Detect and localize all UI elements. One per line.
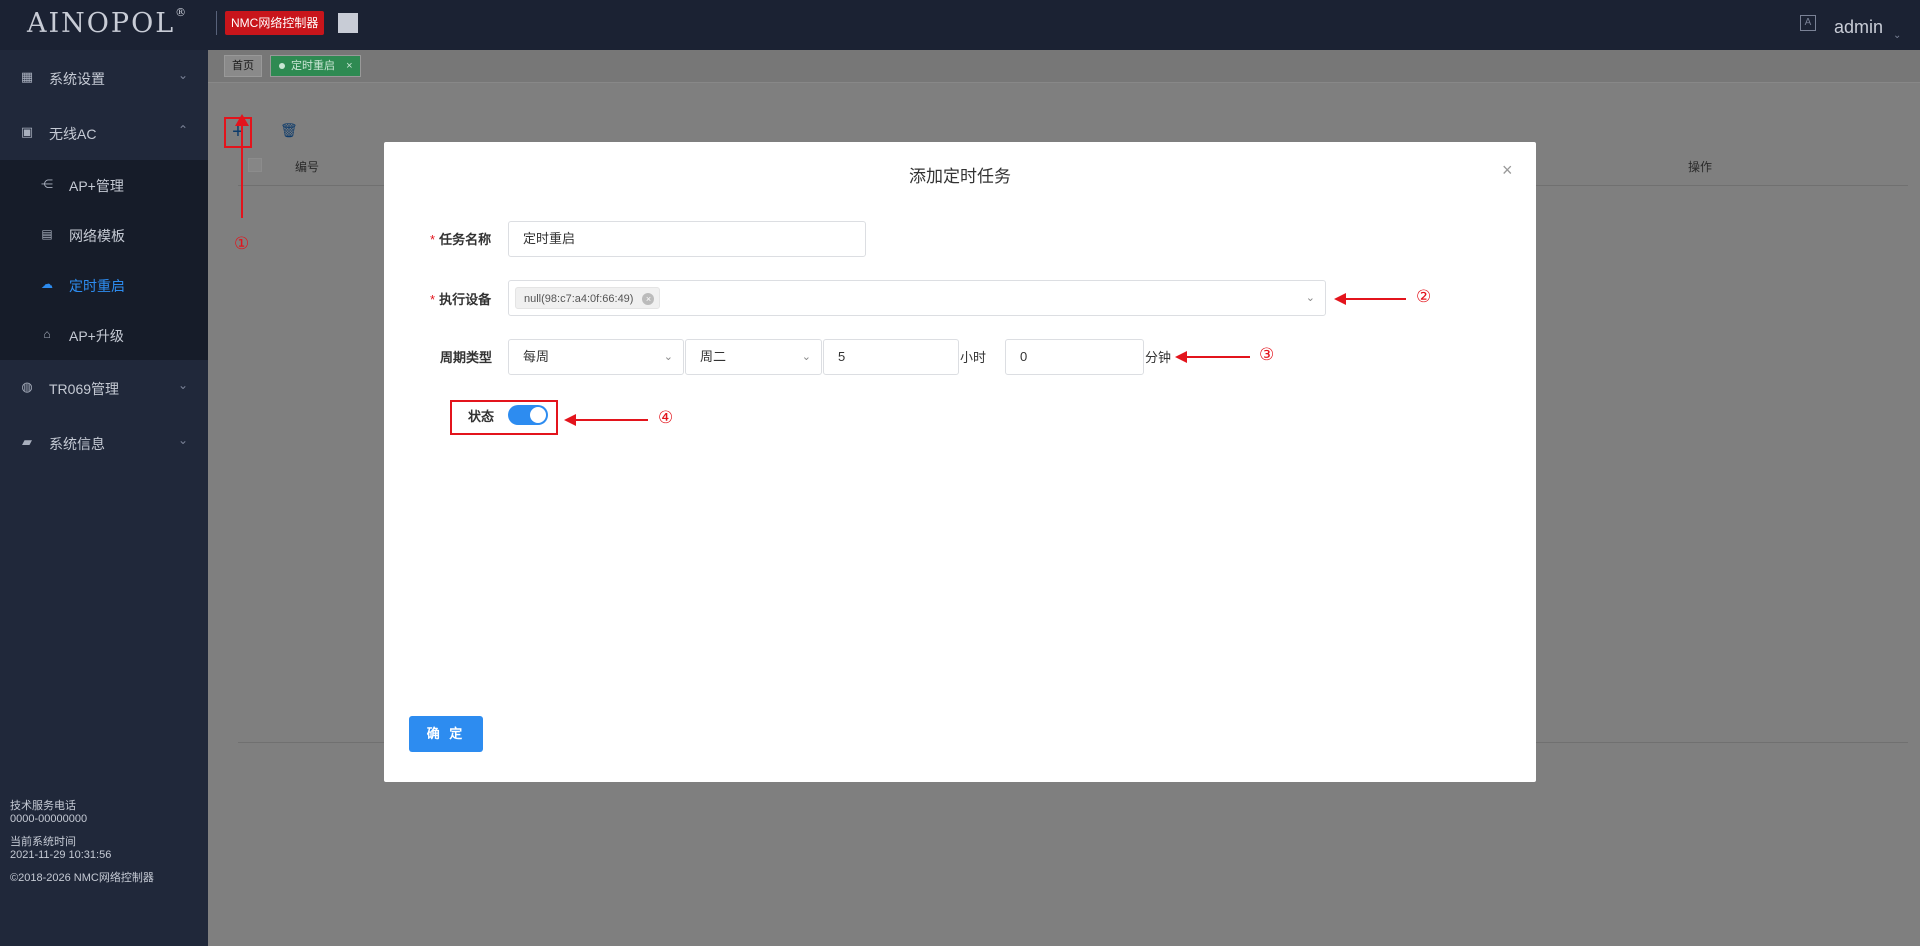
active-dot bbox=[279, 63, 285, 69]
weekday-value: 周二 bbox=[700, 349, 727, 364]
sidebar-item-system-info[interactable]: ▰ 系统信息 ⌄ bbox=[0, 415, 208, 470]
chevron-down-icon: ⌄ bbox=[178, 378, 189, 392]
tabs-bar: 首页 定时重启 × bbox=[208, 50, 1920, 83]
time-label: 当前系统时间 bbox=[10, 836, 76, 848]
sidebar-subitem-scheduled-reboot[interactable]: ☁ 定时重启 bbox=[0, 260, 208, 310]
sidebar-item-system-settings[interactable]: ▦ 系统设置 ⌄ bbox=[0, 50, 208, 105]
copyright: ©2018-2026 NMC网络控制器 bbox=[10, 872, 154, 884]
task-name-input[interactable]: 定时重启 bbox=[508, 221, 866, 257]
tab-scheduled-reboot[interactable]: 定时重启 × bbox=[270, 55, 361, 77]
annotation-arrow bbox=[241, 122, 243, 218]
home-icon: ⌂ bbox=[43, 327, 51, 341]
device-label: * 执行设备 bbox=[430, 292, 492, 307]
sidebar-submenu: ⋲ AP+管理 ▤ 网络模板 ☁ 定时重启 ⌂ AP+升级 bbox=[0, 160, 208, 360]
close-icon[interactable]: × bbox=[642, 293, 655, 305]
cloud-icon: ☁ bbox=[41, 277, 53, 291]
chevron-up-icon: ⌃ bbox=[178, 123, 189, 137]
task-name-label: * 任务名称 bbox=[430, 232, 492, 247]
annotation-arrow bbox=[574, 419, 648, 421]
divider bbox=[216, 11, 217, 35]
product-badge: NMC网络控制器 bbox=[225, 11, 325, 35]
annotation-label-4: ④ bbox=[658, 408, 674, 427]
period-type-value: 每周 bbox=[523, 349, 550, 364]
sidebar-item-wireless-ac[interactable]: ▣ 无线AC ⌃ bbox=[0, 105, 208, 160]
support-label: 技术服务电话 bbox=[10, 800, 76, 812]
minute-input[interactable]: 0 bbox=[1005, 339, 1144, 375]
tab-home[interactable]: 首页 bbox=[224, 55, 262, 77]
chevron-down-icon: ⌄ bbox=[1305, 292, 1315, 304]
chevron-down-icon: ⌄ bbox=[178, 433, 189, 447]
sidebar-item-label: TR069管理 bbox=[49, 381, 120, 397]
sidebar-item-label: 定时重启 bbox=[69, 278, 125, 294]
sidebar-subitem-ap-management[interactable]: ⋲ AP+管理 bbox=[0, 160, 208, 210]
sidebar-subitem-network-template[interactable]: ▤ 网络模板 bbox=[0, 210, 208, 260]
chevron-down-icon: ⌄ bbox=[178, 68, 189, 82]
sidebar-item-label: 系统设置 bbox=[49, 71, 105, 87]
sidebar-item-label: 系统信息 bbox=[49, 436, 105, 452]
trash-icon[interactable]: 🗑 bbox=[280, 122, 298, 138]
lock-icon: ▰ bbox=[22, 434, 32, 449]
annotation-label-2: ② bbox=[1416, 287, 1432, 306]
confirm-button[interactable]: 确 定 bbox=[409, 716, 483, 752]
annotation-label-1: ① bbox=[234, 234, 250, 253]
sidebar-item-label: 网络模板 bbox=[69, 228, 125, 244]
annotation-arrow bbox=[1344, 298, 1406, 300]
close-icon[interactable]: × bbox=[346, 60, 352, 72]
hour-unit: 小时 bbox=[960, 350, 987, 365]
sidebar: ▦ 系统设置 ⌄ ▣ 无线AC ⌃ ⋲ AP+管理 ▤ 网络模板 ☁ 定时重启 … bbox=[0, 50, 208, 946]
modal-title: 添加定时任务 bbox=[909, 167, 1011, 186]
add-task-modal: 添加定时任务 × * 任务名称 定时重启 * 执行设备 null(98:c7:a4:… bbox=[384, 142, 1536, 782]
sidebar-subitem-ap-upgrade[interactable]: ⌂ AP+升级 bbox=[0, 310, 208, 360]
chevron-down-icon: ⌄ bbox=[801, 351, 811, 363]
close-icon[interactable]: × bbox=[1502, 160, 1513, 181]
menu-toggle-icon[interactable] bbox=[338, 13, 358, 33]
clipboard-icon: ▤ bbox=[41, 227, 53, 241]
hour-input[interactable]: 5 bbox=[823, 339, 959, 375]
column-header-number: 编号 bbox=[295, 160, 320, 174]
top-bar: AINOPOL® NMC网络控制器 A admin ⌄ bbox=[0, 0, 1920, 50]
font-size-icon[interactable]: A bbox=[1800, 15, 1816, 31]
annotation-label-3: ③ bbox=[1259, 345, 1275, 364]
share-icon: ⋲ bbox=[41, 177, 53, 191]
sidebar-footer: 技术服务电话 0000-00000000 当前系统时间 2021-11-29 1… bbox=[10, 800, 154, 885]
sidebar-item-label: 无线AC bbox=[49, 126, 97, 142]
sidebar-item-label: AP+升级 bbox=[69, 328, 124, 344]
sidebar-item-label: AP+管理 bbox=[69, 178, 124, 194]
logo: AINOPOL® bbox=[27, 6, 187, 39]
minute-unit: 分钟 bbox=[1145, 350, 1172, 365]
chip-icon: ▣ bbox=[20, 124, 34, 139]
select-all-checkbox[interactable] bbox=[248, 158, 262, 172]
time-value: 2021-11-29 10:31:56 bbox=[10, 849, 112, 861]
weekday-select[interactable]: 周二 ⌄ bbox=[685, 339, 822, 375]
sidebar-item-tr069[interactable]: ◍ TR069管理 ⌄ bbox=[0, 360, 208, 415]
tab-label: 定时重启 bbox=[291, 60, 335, 72]
column-header-ops: 操作 bbox=[1688, 160, 1713, 174]
chevron-down-icon: ⌄ bbox=[663, 351, 673, 363]
device-select[interactable]: null(98:c7:a4:0f:66:49) × ⌄ bbox=[508, 280, 1326, 316]
period-label: 周期类型 bbox=[440, 350, 493, 365]
user-name[interactable]: admin bbox=[1834, 17, 1883, 38]
chevron-down-icon[interactable]: ⌄ bbox=[1893, 30, 1901, 41]
support-phone: 0000-00000000 bbox=[10, 813, 88, 825]
globe-icon: ◍ bbox=[21, 379, 33, 394]
device-chip: null(98:c7:a4:0f:66:49) × bbox=[515, 287, 661, 309]
period-type-select[interactable]: 每周 ⌄ bbox=[508, 339, 684, 375]
annotation-box-status bbox=[450, 400, 558, 435]
annotation-arrow bbox=[1185, 356, 1250, 358]
grid-icon: ▦ bbox=[20, 69, 34, 84]
